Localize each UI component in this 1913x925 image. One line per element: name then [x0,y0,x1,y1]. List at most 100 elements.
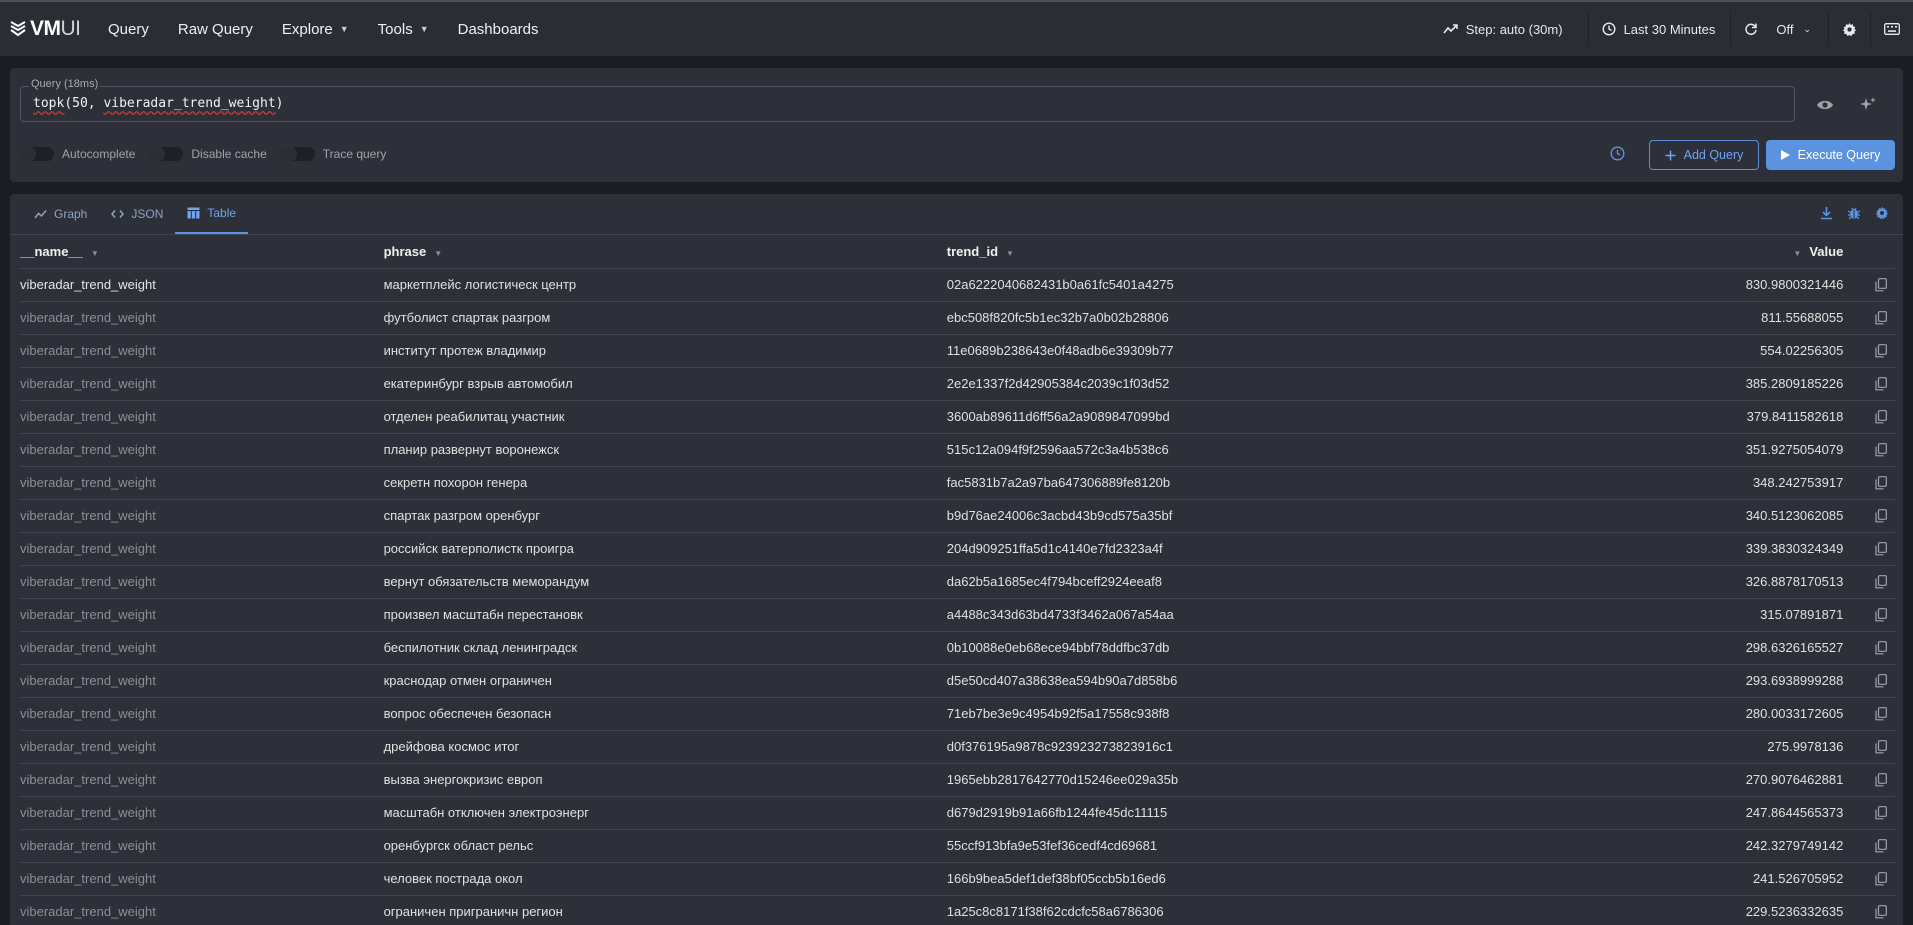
chevron-down-icon: ▼ [419,24,429,34]
copy-row-button[interactable] [1843,301,1895,335]
table-row[interactable]: viberadar_trend_weight беспилотник склад … [20,631,1895,665]
copy-row-button[interactable] [1843,367,1895,401]
cell-value: 340.5123062085 [1745,499,1844,533]
autocomplete-toggle[interactable]: Autocomplete [20,146,135,162]
copy-row-button[interactable] [1843,664,1895,698]
play-icon [1780,150,1790,160]
copy-row-button[interactable] [1843,598,1895,632]
settings-button[interactable] [1828,12,1870,46]
table-row[interactable]: viberadar_trend_weight вызва энергокризис… [20,763,1895,797]
disable-cache-toggle[interactable]: Disable cache [149,146,267,162]
time-range-button[interactable]: Last 30 Minutes [1587,12,1729,46]
copy-icon [1875,542,1887,556]
copy-row-button[interactable] [1843,697,1895,731]
copy-row-button[interactable] [1843,433,1895,467]
nav-query[interactable]: Query [108,21,149,38]
cell-value: 830.9800321446 [1745,268,1844,302]
copy-row-button[interactable] [1843,268,1895,302]
execute-query-button[interactable]: Execute Query [1766,140,1895,170]
vmui-logo[interactable]: VMUI [10,14,95,44]
table-row[interactable]: viberadar_trend_weight отделен реабилитац… [20,400,1895,434]
table-row[interactable]: viberadar_trend_weight институт протеж вл… [20,334,1895,368]
chevron-down-icon: ▼ [339,24,349,34]
table-row[interactable]: viberadar_trend_weight планир развернут в… [20,433,1895,467]
nav-raw-query[interactable]: Raw Query [178,21,253,38]
cell-trend-id: d5e50cd407a38638ea594b90a7d858b6 [946,664,1746,698]
table-row[interactable]: viberadar_trend_weight футболист спартак … [20,301,1895,335]
toggle-switch[interactable] [149,146,184,162]
copy-row-button[interactable] [1843,631,1895,665]
query-input[interactable]: Query (18ms) topk(50, viberadar_trend_we… [20,78,1795,122]
copy-icon [1875,707,1887,721]
copy-row-button[interactable] [1843,499,1895,533]
copy-row-button[interactable] [1843,895,1895,925]
tab-json[interactable]: JSON [99,194,175,234]
eye-icon[interactable] [1816,96,1834,114]
copy-row-button[interactable] [1843,862,1895,896]
table-row[interactable]: viberadar_trend_weight оренбургск област … [20,829,1895,863]
table-row[interactable]: viberadar_trend_weight екатеринбург взрыв… [20,367,1895,401]
column-header-value[interactable]: ▼ Value [1745,235,1844,269]
table-row[interactable]: viberadar_trend_weight краснодар отмен ог… [20,664,1895,698]
trace-query-toggle[interactable]: Trace query [280,146,386,162]
toggle-switch[interactable] [280,146,315,162]
table-icon [187,207,200,219]
query-label: Query (18ms) [29,78,101,90]
cell-phrase: институт протеж владимир [383,334,947,368]
copy-row-button[interactable] [1843,400,1895,434]
table-row[interactable]: viberadar_trend_weight секретн похорон ге… [20,466,1895,500]
copy-row-button[interactable] [1843,565,1895,599]
keyboard-shortcuts-button[interactable] [1870,12,1913,46]
sort-icon: ▼ [1006,248,1014,258]
copy-row-button[interactable] [1843,466,1895,500]
table-row[interactable]: viberadar_trend_weight ограничен приграни… [20,895,1895,925]
table-row[interactable]: viberadar_trend_weight вопрос обеспечен б… [20,697,1895,731]
tab-table[interactable]: Table [175,194,249,234]
cell-phrase: беспилотник склад ленинградск [383,631,947,665]
cell-phrase: российск ватерполистк проигра [383,532,947,566]
copy-row-button[interactable] [1843,730,1895,764]
table-row[interactable]: viberadar_trend_weight масштабн отключен … [20,796,1895,830]
tab-graph[interactable]: Graph [22,194,99,234]
column-header-trend-id[interactable]: trend_id ▼ [946,235,1746,269]
cell-trend-id: 1965ebb2817642770d15246ee029a35b [946,763,1746,797]
query-text[interactable]: topk(50, viberadar_trend_weight) [33,96,283,111]
add-query-button[interactable]: Add Query [1649,140,1759,170]
copy-icon [1875,311,1887,325]
step-button[interactable]: Step: auto (30m) [1430,12,1576,46]
cell-value: 315.07891871 [1745,598,1844,632]
copy-row-button[interactable] [1843,796,1895,830]
nav-dashboards[interactable]: Dashboards [458,21,539,38]
table-row[interactable]: viberadar_trend_weight дрейфова космос ит… [20,730,1895,764]
copy-row-button[interactable] [1843,334,1895,368]
table-settings-button[interactable] [1875,206,1889,223]
nav-explore[interactable]: Explore ▼ [282,21,349,38]
column-header-name[interactable]: __name__ ▼ [20,235,384,269]
refresh-button[interactable]: Off ⌄ [1730,12,1824,46]
table-row[interactable]: viberadar_trend_weight спартак разгром ор… [20,499,1895,533]
table-row[interactable]: viberadar_trend_weight маркетплейс логист… [20,268,1895,302]
table-row[interactable]: viberadar_trend_weight человек пострада о… [20,862,1895,896]
cell-name: viberadar_trend_weight [20,598,384,632]
download-button[interactable] [1820,206,1833,223]
history-icon[interactable] [1610,146,1625,161]
copy-row-button[interactable] [1843,532,1895,566]
table-row[interactable]: viberadar_trend_weight вернут обязательст… [20,565,1895,599]
column-header-phrase[interactable]: phrase ▼ [383,235,947,269]
cell-value: 242.3279749142 [1745,829,1844,863]
cell-trend-id: 0b10088e0eb68ece94bbf78ddfbc37db [946,631,1746,665]
debug-button[interactable] [1847,206,1861,223]
cell-value: 554.02256305 [1745,334,1844,368]
copy-row-button[interactable] [1843,763,1895,797]
cell-value: 241.526705952 [1745,862,1844,896]
copy-icon [1875,905,1887,919]
copy-row-button[interactable] [1843,829,1895,863]
cell-phrase: дрейфова космос итог [383,730,947,764]
nav-tools[interactable]: Tools ▼ [378,21,429,38]
cell-phrase: ограничен приграничн регион [383,895,947,925]
table-row[interactable]: viberadar_trend_weight российск ватерполи… [20,532,1895,566]
ai-sparkle-icon[interactable] [1859,96,1877,114]
toggle-switch[interactable] [20,146,54,162]
table-row[interactable]: viberadar_trend_weight произвел масштабн … [20,598,1895,632]
cell-phrase: оренбургск област рельс [383,829,947,863]
